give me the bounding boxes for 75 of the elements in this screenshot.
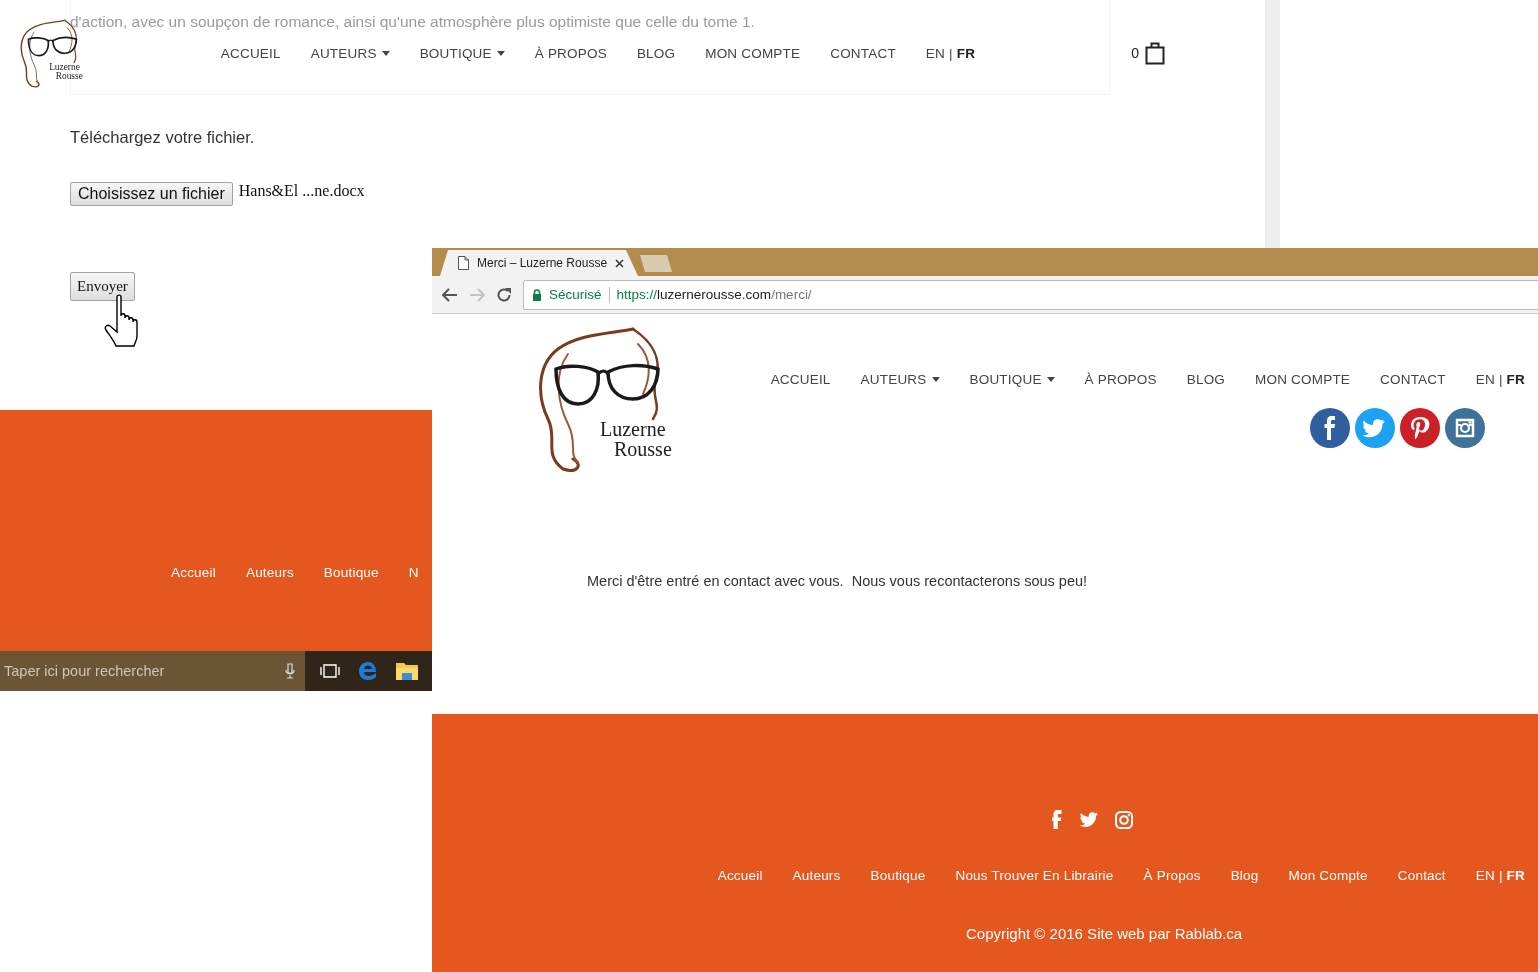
nav-link[interactable]: Nous Trouver En Librairie [955, 868, 1114, 883]
nav-link[interactable]: Auteurs [245, 565, 294, 580]
language-separator: | [1498, 372, 1503, 387]
language-link[interactable]: EN [1475, 868, 1495, 883]
nav-link[interactable]: AUTEURS [860, 372, 940, 387]
nav-link[interactable]: CONTACT [830, 45, 896, 61]
nav-link[interactable]: Mon Compte [1288, 868, 1368, 883]
language-separator: | [1498, 868, 1503, 883]
nav-link[interactable]: BOUTIQUE [969, 372, 1055, 387]
nav-link[interactable]: ACCUEIL [770, 372, 831, 387]
language-link[interactable]: FR [1506, 372, 1525, 387]
nav-link[interactable]: Auteurs [792, 868, 841, 883]
lock-icon [532, 288, 542, 301]
submit-button[interactable]: Envoyer [70, 272, 135, 301]
caret-icon [931, 377, 940, 382]
facebook-icon[interactable] [1052, 810, 1062, 829]
logo-text: Rousse [55, 72, 83, 82]
pinterest-icon[interactable] [1400, 408, 1440, 448]
nav-link[interactable]: BOUTIQUE [419, 45, 505, 61]
file-name: Hans&El ...ne.docx [238, 182, 365, 200]
nav-link[interactable]: À Propos [1143, 868, 1201, 883]
message-text: Merci d'être entré en contact avec vous. Nous vous recontacterons sous peu! [587, 573, 1088, 589]
nav-link[interactable]: Accueil [717, 868, 763, 883]
language-link[interactable]: FR [956, 45, 976, 61]
address-field[interactable]: Sécurisé https://luzernerousse.com/merci/ [523, 279, 1538, 310]
language-link[interactable]: EN [925, 45, 945, 61]
language-link[interactable]: EN [1475, 372, 1495, 387]
url-text: https://luzernerousse.com/merci/ [616, 287, 812, 302]
copyright-text: Copyright © 2016 Site web par Rablab.ca [966, 925, 1243, 942]
nav-link[interactable]: BLOG [1186, 372, 1226, 387]
document-icon [458, 256, 469, 270]
nav-link[interactable]: N [408, 565, 419, 580]
nav-link[interactable]: Contact [1397, 868, 1446, 883]
caret-icon [496, 50, 505, 56]
tab-title: Merci – Luzerne Rousse [477, 256, 608, 270]
logo-text: Luzerne [49, 62, 80, 72]
nav-link[interactable]: Accueil [171, 565, 216, 580]
camera-icon[interactable] [1115, 810, 1133, 829]
close-icon[interactable] [615, 258, 625, 268]
reload-icon[interactable] [496, 286, 512, 303]
nav-link[interactable]: À PROPOS [534, 45, 607, 61]
camera-icon[interactable] [1445, 408, 1485, 448]
task-view-icon[interactable] [319, 663, 341, 679]
caret-icon [1046, 377, 1055, 382]
nav-link[interactable]: CONTACT [1380, 372, 1446, 387]
browser-icon[interactable] [357, 660, 379, 682]
browser-tab[interactable]: Merci – Luzerne Rousse [440, 250, 638, 276]
cart-count: 0 [1131, 45, 1139, 62]
upload-label: Téléchargez votre fichier. [70, 128, 255, 147]
taskbar-search-field[interactable]: Taper ici pour rechercher [0, 651, 305, 691]
bird-icon[interactable] [1079, 811, 1098, 828]
language-separator: | [949, 45, 953, 61]
nav-link[interactable]: Boutique [870, 868, 926, 883]
nav-link[interactable]: Blog [1230, 868, 1259, 883]
nav-link[interactable]: ACCUEIL [220, 45, 281, 61]
nav-link[interactable]: BLOG [636, 45, 676, 61]
security-label: Sécurisé [549, 287, 602, 302]
nav-link[interactable]: MON COMPTE [705, 45, 801, 61]
facebook-icon[interactable] [1310, 408, 1350, 448]
choose-file-button[interactable]: Choisissez un fichier [70, 182, 233, 206]
logo-text: Rousse [614, 439, 672, 459]
nav-link[interactable]: Boutique [323, 565, 379, 580]
nav-link[interactable]: À PROPOS [1084, 372, 1157, 387]
caret-icon [381, 50, 390, 56]
language-link[interactable]: FR [1506, 868, 1525, 883]
bird-icon[interactable] [1355, 408, 1395, 448]
back-arrow-icon[interactable] [442, 287, 458, 302]
nav-link[interactable]: MON COMPTE [1255, 372, 1351, 387]
microphone-icon[interactable] [285, 663, 295, 679]
search-placeholder: Taper ici pour rechercher [4, 663, 165, 679]
intro-text: d'action, avec un soupçon de romance, ainsi qu'une atmosphère plus optimiste que celle du tome 1. [70, 13, 755, 31]
logo-text: Luzerne [600, 419, 666, 439]
folder-icon[interactable] [395, 661, 419, 681]
nav-link[interactable]: AUTEURS [310, 45, 390, 61]
shopping-bag-icon[interactable] [1144, 41, 1165, 66]
